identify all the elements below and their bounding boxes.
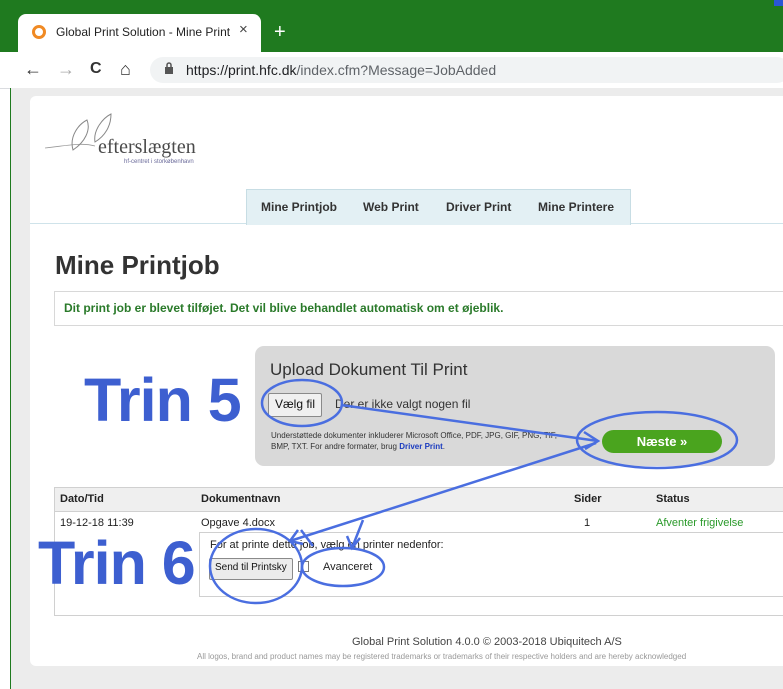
success-message: Dit print job er blevet tilføjet. Det vi… [54, 291, 783, 326]
send-to-printsky-button[interactable]: Send til Printsky [209, 558, 293, 580]
tab-web-print[interactable]: Web Print [363, 200, 419, 214]
home-icon[interactable]: ⌂ [120, 59, 131, 79]
lock-icon [164, 62, 174, 77]
close-tab-icon[interactable]: × [239, 21, 248, 38]
url-host: https://print.hfc.dk [186, 62, 297, 78]
logo-subtitle: hf-centret i storkøbenhavn [124, 159, 194, 165]
no-file-text: Der er ikke valgt nogen fil [335, 397, 471, 411]
col-date: Dato/Tid [60, 493, 104, 505]
advanced-checkbox[interactable] [298, 561, 309, 572]
tab-mine-printjob[interactable]: Mine Printjob [261, 200, 337, 214]
col-pages: Sider [574, 493, 602, 505]
cell-document: Opgave 4.docx [201, 517, 275, 529]
forward-icon[interactable]: → [57, 59, 75, 79]
logo-text: efterslægten [98, 136, 196, 158]
tab-mine-printere[interactable]: Mine Printere [538, 200, 614, 214]
browser-tab[interactable]: Global Print Solution - Mine Print × [18, 14, 261, 52]
footer-trademarks: All logos, brand and product names may b… [197, 652, 687, 661]
new-tab-icon[interactable]: + [274, 22, 286, 42]
col-status: Status [656, 493, 690, 505]
upload-panel: Upload Dokument Til Print Vælg fil Der e… [255, 346, 775, 466]
url-field[interactable]: https://print.hfc.dk/index.cfm?Message=J… [150, 57, 783, 83]
step-6-label: Trin 6 [38, 529, 196, 597]
supported-formats: Understøttede dokumenter inkluderer Micr… [271, 431, 558, 451]
col-document: Dokumentnavn [201, 493, 281, 505]
advanced-label[interactable]: Avanceret [323, 561, 372, 573]
upload-title: Upload Dokument Til Print [270, 360, 468, 379]
choose-file-button[interactable]: Vælg fil [268, 393, 323, 417]
success-message-text: Dit print job er blevet tilføjet. Det vi… [64, 301, 504, 315]
tab-driver-print[interactable]: Driver Print [446, 200, 511, 214]
footer-copyright: Global Print Solution 4.0.0 © 2003-2018 … [352, 636, 622, 648]
window-corner [774, 0, 783, 6]
tab-title: Global Print Solution - Mine Print [56, 25, 231, 39]
driver-print-link[interactable]: Driver Print [399, 442, 443, 451]
address-bar: ← → C ⌂ https://print.hfc.dk/index.cfm?M… [0, 52, 783, 89]
url-path: /index.cfm?Message=JobAdded [296, 62, 497, 78]
cell-date: 19-12-18 11:39 [60, 517, 134, 529]
url-text: https://print.hfc.dk/index.cfm?Message=J… [186, 62, 496, 78]
favicon-icon [32, 25, 46, 39]
cell-pages: 1 [584, 517, 591, 529]
page-title: Mine Printjob [55, 250, 220, 280]
job-actions: For at printe dette job, vælg en printer… [199, 532, 783, 597]
main-nav: Mine Printjob Web Print Driver Print Min… [246, 189, 631, 225]
window-border [10, 88, 11, 689]
table-header: Dato/Tid Dokumentnavn Sider Status [55, 488, 783, 512]
back-icon[interactable]: ← [24, 59, 42, 79]
next-button[interactable]: Næste » [602, 430, 722, 453]
step-5-label: Trin 5 [84, 366, 242, 434]
printer-instruction: For at printe dette job, vælg en printer… [210, 539, 444, 551]
cell-status: Afventer frigivelse [656, 517, 744, 529]
reload-icon[interactable]: C [90, 59, 102, 79]
